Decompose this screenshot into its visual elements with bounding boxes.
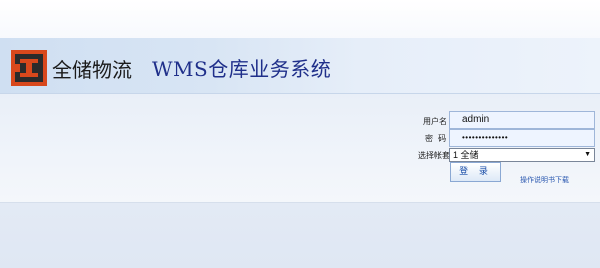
username-label: 用户名 — [423, 117, 447, 126]
warehouse-logo-icon — [11, 50, 47, 86]
username-field[interactable]: admin — [449, 111, 595, 129]
account-set-label: 选择帐套 — [418, 151, 450, 160]
brand-name: 全储物流 — [52, 58, 132, 82]
password-field[interactable]: •••••••••••••• — [449, 129, 595, 147]
dropdown-arrow-icon: ▼ — [584, 151, 591, 158]
system-title: WMS仓库业务系统 — [152, 57, 332, 81]
account-set-select[interactable]: 1 全储 ▼ — [449, 148, 595, 162]
account-set-value: 1 全储 — [453, 150, 479, 160]
header-banner: 全储物流 WMS仓库业务系统 — [0, 38, 600, 94]
password-label: 密 码 — [425, 134, 447, 143]
bottom-band — [0, 202, 600, 268]
manual-download-link[interactable]: 操作说明书下载 — [520, 175, 569, 185]
top-band — [0, 0, 600, 38]
login-button[interactable]: 登 录 — [450, 162, 501, 182]
